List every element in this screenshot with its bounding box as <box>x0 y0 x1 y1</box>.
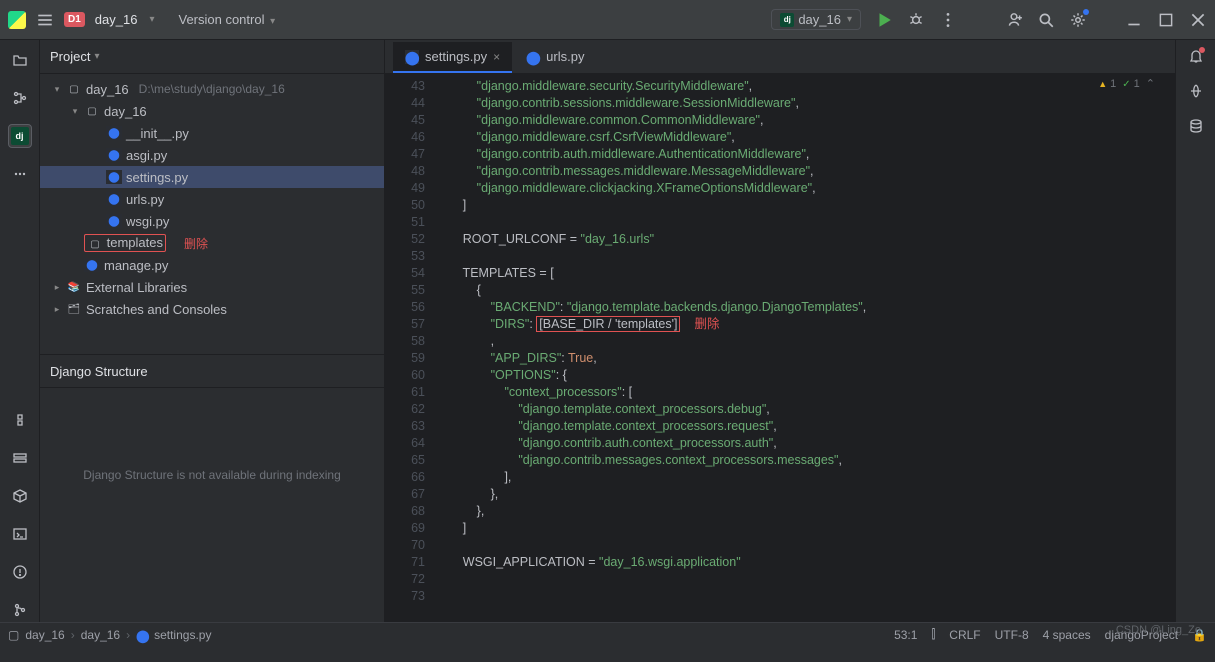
project-tree[interactable]: ▾▢day_16D:\me\study\django\day_16 ▾▢day_… <box>40 74 384 324</box>
tab-settings[interactable]: ⬤settings.py× <box>393 42 512 73</box>
project-badge: D1 <box>64 12 85 27</box>
terminal-icon[interactable] <box>8 522 32 546</box>
tree-dir[interactable]: ▾▢day_16 <box>40 100 384 122</box>
hamburger-icon[interactable] <box>36 11 54 29</box>
right-tool-strip <box>1175 40 1215 622</box>
tree-file[interactable]: ⬤urls.py <box>40 188 384 210</box>
tree-file[interactable]: ⬤wsgi.py <box>40 210 384 232</box>
caret-pos[interactable]: 53:1 <box>894 628 917 642</box>
encoding[interactable]: UTF-8 <box>995 628 1029 642</box>
tree-templates[interactable]: ▢ templates删除 <box>40 232 384 254</box>
close-icon[interactable]: × <box>493 50 500 64</box>
tab-urls[interactable]: ⬤urls.py <box>514 42 596 73</box>
tree-scratch[interactable]: ▸🗂Scratches and Consoles <box>40 298 384 320</box>
debug-icon[interactable] <box>907 11 925 29</box>
tree-manage[interactable]: ⬤manage.py <box>40 254 384 276</box>
indent[interactable]: 4 spaces <box>1043 628 1091 642</box>
indent-guide-icon[interactable]: ⫿ <box>931 627 935 642</box>
django-panel-msg: Django Structure is not available during… <box>40 388 384 562</box>
editor-tabs: ⬤settings.py× ⬤urls.py <box>385 40 1175 74</box>
django-icon[interactable]: dj <box>8 124 32 148</box>
watermark: CSDN @Ling_Ze <box>1116 624 1201 636</box>
packages-icon[interactable] <box>8 484 32 508</box>
project-name[interactable]: day_16 <box>95 12 138 27</box>
app-logo <box>8 11 26 29</box>
structure-icon[interactable] <box>8 86 32 110</box>
ai-icon[interactable] <box>1188 83 1204 104</box>
gutter: 4344454647484950515253545556575859606162… <box>385 74 435 622</box>
problems-icon[interactable] <box>8 560 32 584</box>
vcs-menu[interactable]: Version control ▾ <box>178 12 275 27</box>
run-config[interactable]: djday_16▾ <box>771 9 861 30</box>
settings-icon[interactable] <box>1069 11 1087 29</box>
code-content[interactable]: 11⌃ "django.middleware.security.Security… <box>435 74 1175 622</box>
code-area[interactable]: 4344454647484950515253545556575859606162… <box>385 74 1175 622</box>
more-tools-icon[interactable] <box>8 162 32 186</box>
tree-root[interactable]: ▾▢day_16D:\me\study\django\day_16 <box>40 78 384 100</box>
code-with-me-icon[interactable] <box>1005 11 1023 29</box>
more-icon[interactable] <box>939 11 957 29</box>
title-bar: D1 day_16 ▾ Version control ▾ djday_16▾ <box>0 0 1215 40</box>
tree-external[interactable]: ▸📚External Libraries <box>40 276 384 298</box>
left-tool-strip: dj <box>0 40 40 622</box>
database-icon[interactable] <box>1188 118 1204 139</box>
close-icon[interactable] <box>1189 11 1207 29</box>
tree-file[interactable]: ⬤__init__.py <box>40 122 384 144</box>
maximize-icon[interactable] <box>1157 11 1175 29</box>
line-sep[interactable]: CRLF <box>949 628 980 642</box>
tree-file[interactable]: ⬤settings.py <box>40 166 384 188</box>
services-icon[interactable] <box>8 446 32 470</box>
run-icon[interactable] <box>875 11 893 29</box>
status-bar: ▢ day_16› day_16› ⬤settings.py 53:1 ⫿ CR… <box>0 622 1215 646</box>
python-console-icon[interactable] <box>8 408 32 432</box>
bell-icon[interactable] <box>1188 48 1204 69</box>
project-panel-header[interactable]: Project ▾ <box>40 40 384 74</box>
folder-icon[interactable] <box>8 48 32 72</box>
project-sidebar: Project ▾ ▾▢day_16D:\me\study\django\day… <box>40 40 385 622</box>
git-icon[interactable] <box>8 598 32 622</box>
minimize-icon[interactable] <box>1125 11 1143 29</box>
search-icon[interactable] <box>1037 11 1055 29</box>
breadcrumb[interactable]: day_16› day_16› ⬤settings.py <box>25 628 211 642</box>
chevron-down-icon: ▾ <box>149 14 154 25</box>
django-panel-header[interactable]: Django Structure <box>40 354 384 388</box>
tree-file[interactable]: ⬤asgi.py <box>40 144 384 166</box>
editor: ⬤settings.py× ⬤urls.py 43444546474849505… <box>385 40 1175 622</box>
inspection-hints[interactable]: 11⌃ <box>1098 76 1155 93</box>
